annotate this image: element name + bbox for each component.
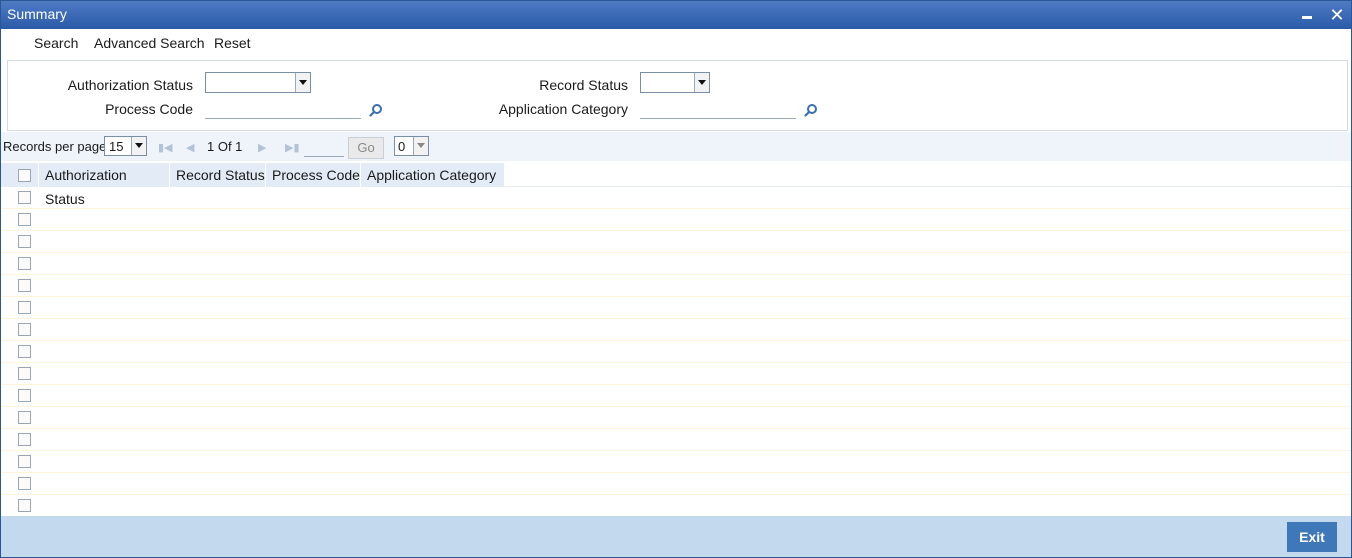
search-icon[interactable] bbox=[804, 103, 818, 117]
chevron-down-icon bbox=[131, 137, 146, 155]
row-checkbox[interactable] bbox=[18, 455, 31, 468]
process-code-label: Process Code bbox=[105, 101, 193, 117]
table-row[interactable] bbox=[1, 231, 1351, 253]
row-checkbox[interactable] bbox=[18, 345, 31, 358]
application-category-label: Application Category bbox=[498, 101, 628, 117]
row-checkbox[interactable] bbox=[18, 389, 31, 402]
table-row[interactable] bbox=[1, 297, 1351, 319]
exit-button[interactable]: Exit bbox=[1287, 522, 1337, 552]
table-row[interactable] bbox=[1, 385, 1351, 407]
authorization-status-select[interactable] bbox=[205, 72, 311, 93]
row-checkbox[interactable] bbox=[18, 477, 31, 490]
row-checkbox[interactable] bbox=[18, 191, 31, 204]
table-row[interactable] bbox=[1, 275, 1351, 297]
column-header-application-category[interactable]: Application Category bbox=[361, 163, 505, 187]
row-checkbox[interactable] bbox=[18, 411, 31, 424]
pagination-bar: Records per page 15 ▮◀ ◀ 1 Of 1 ▶ ▶▮ Go … bbox=[1, 132, 1351, 161]
window-title: Summary bbox=[7, 6, 67, 22]
row-checkbox[interactable] bbox=[18, 257, 31, 270]
previous-page-icon[interactable]: ◀ bbox=[186, 141, 194, 154]
last-page-icon[interactable]: ▶▮ bbox=[285, 141, 300, 154]
table-row[interactable] bbox=[1, 495, 1351, 517]
authorization-status-label: Authorization Status bbox=[67, 77, 193, 93]
records-per-page-select[interactable]: 15 bbox=[104, 136, 147, 156]
table-row[interactable] bbox=[1, 363, 1351, 385]
row-checkbox[interactable] bbox=[18, 213, 31, 226]
zoom-select[interactable]: 0 bbox=[394, 136, 429, 156]
row-checkbox[interactable] bbox=[18, 433, 31, 446]
table-row[interactable] bbox=[1, 429, 1351, 451]
table-row[interactable] bbox=[1, 253, 1351, 275]
page-number-input[interactable] bbox=[304, 138, 344, 157]
column-header-record-status[interactable]: Record Status bbox=[170, 163, 266, 187]
application-category-input[interactable] bbox=[640, 99, 796, 119]
record-status-select[interactable] bbox=[640, 72, 710, 93]
row-checkbox[interactable] bbox=[18, 323, 31, 336]
search-criteria-panel: Authorization Status Record Status Proce… bbox=[7, 60, 1348, 131]
row-checkbox[interactable] bbox=[18, 499, 31, 512]
zoom-value: 0 bbox=[398, 139, 406, 154]
next-page-icon[interactable]: ▶ bbox=[258, 141, 266, 154]
records-per-page-value: 15 bbox=[109, 139, 124, 154]
chevron-down-icon bbox=[295, 73, 310, 92]
menu-bar: Search Advanced Search Reset bbox=[1, 29, 1351, 55]
row-checkbox[interactable] bbox=[18, 235, 31, 248]
menu-advanced-search[interactable]: Advanced Search bbox=[94, 35, 205, 51]
close-icon[interactable]: ✕ bbox=[1328, 6, 1346, 24]
summary-window: Summary ✕ Search Advanced Search Reset A… bbox=[0, 0, 1352, 558]
row-checkbox[interactable] bbox=[18, 367, 31, 380]
results-grid: Authorization Status Record Status Proce… bbox=[1, 163, 1351, 517]
process-code-input[interactable] bbox=[205, 99, 361, 119]
table-row[interactable] bbox=[1, 473, 1351, 495]
column-header-process-code[interactable]: Process Code bbox=[266, 163, 361, 187]
chevron-down-icon bbox=[694, 73, 709, 92]
menu-search[interactable]: Search bbox=[34, 35, 78, 51]
select-all-checkbox[interactable] bbox=[18, 169, 31, 182]
table-row[interactable] bbox=[1, 209, 1351, 231]
record-status-label: Record Status bbox=[539, 77, 628, 93]
page-info: 1 Of 1 bbox=[207, 139, 243, 154]
grid-header: Authorization Status Record Status Proce… bbox=[1, 163, 1351, 207]
row-checkbox[interactable] bbox=[18, 279, 31, 292]
footer-bar: Exit bbox=[1, 516, 1351, 557]
minimize-icon[interactable] bbox=[1298, 6, 1316, 24]
go-button[interactable]: Go bbox=[348, 137, 384, 159]
table-row[interactable] bbox=[1, 407, 1351, 429]
menu-reset[interactable]: Reset bbox=[214, 35, 251, 51]
records-per-page-label: Records per page bbox=[3, 139, 107, 154]
table-row[interactable] bbox=[1, 341, 1351, 363]
first-page-icon[interactable]: ▮◀ bbox=[158, 141, 173, 154]
chevron-down-icon bbox=[413, 137, 428, 155]
column-header-authorization-status[interactable]: Authorization Status bbox=[39, 163, 170, 207]
select-all-cell bbox=[1, 163, 39, 187]
search-icon[interactable] bbox=[369, 103, 383, 117]
row-checkbox[interactable] bbox=[18, 301, 31, 314]
table-row[interactable] bbox=[1, 187, 1351, 209]
title-bar: Summary ✕ bbox=[1, 1, 1351, 29]
table-row[interactable] bbox=[1, 451, 1351, 473]
table-row[interactable] bbox=[1, 319, 1351, 341]
